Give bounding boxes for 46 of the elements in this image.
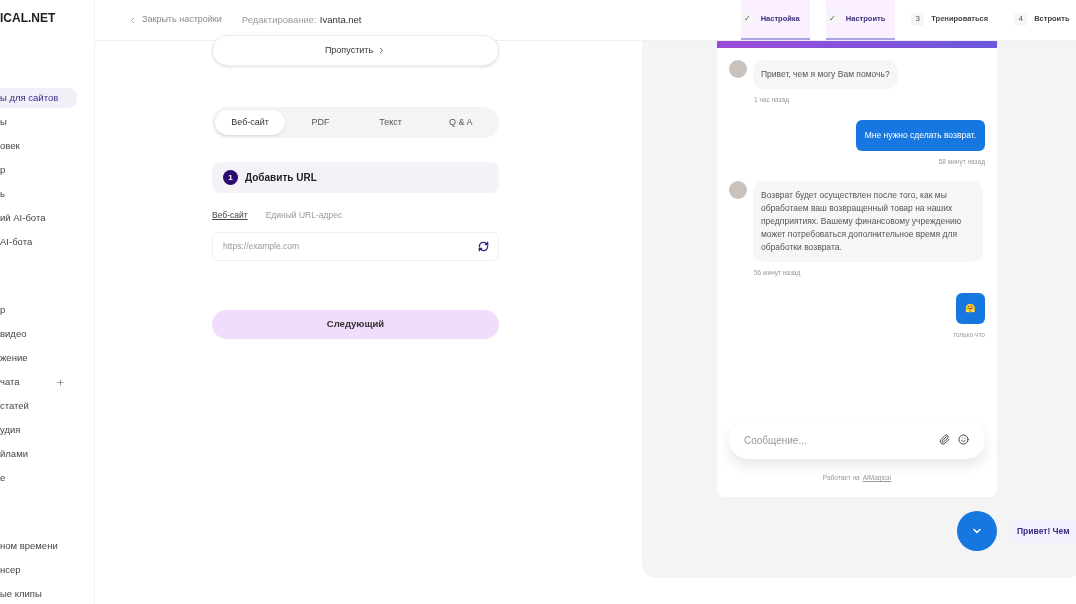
user-message: 🤗 <box>956 293 985 324</box>
toggle-chat-button[interactable] <box>957 511 997 551</box>
logo-text: ICAL.NET <box>0 10 57 27</box>
step-number: 1 <box>223 170 238 185</box>
bot-message: Возврат будет осуществлен после того, как мы обработаем ваш возвращенный товар на наших предприятиях. Вашему финансовому учреждению может потребоваться дополнительное время для обработки возврата. <box>753 181 983 263</box>
close-settings-button[interactable]: Закрыть настройки <box>128 13 222 27</box>
sidebar-item[interactable]: статей <box>0 396 37 416</box>
message-field[interactable]: Сообщение... <box>729 421 985 459</box>
bot-message: Привет, чем я могу Вам помочь? <box>753 60 898 89</box>
source-tab[interactable]: Q & A <box>425 110 496 135</box>
sidebar-item[interactable]: чата <box>0 372 28 392</box>
sidebar-item[interactable]: ий AI-бота <box>0 208 54 228</box>
step-title: Добавить URL <box>245 171 317 185</box>
sidebar-item[interactable]: AI-бота <box>0 232 41 252</box>
sidebar-item[interactable]: ном времени <box>0 536 66 556</box>
greeting-bubble[interactable]: Привет! Чем <box>1009 518 1076 544</box>
sidebar-item[interactable]: р <box>0 160 14 180</box>
editing-label: Редактирование: <box>241 12 317 27</box>
sidebar-item[interactable]: жение <box>0 348 36 368</box>
user-message: Мне нужно сделать возврат. <box>855 119 985 151</box>
avatar <box>729 60 747 78</box>
sidebar-item[interactable]: йлами <box>0 444 36 464</box>
chevron-left-icon <box>128 15 137 25</box>
source-tab[interactable]: PDF <box>285 110 356 135</box>
refresh-icon[interactable] <box>478 240 489 252</box>
sidebar-item[interactable]: ь <box>0 184 13 204</box>
next-button[interactable]: Следующий <box>212 309 499 339</box>
url-field[interactable]: https://example.com <box>212 231 499 261</box>
skip-button[interactable]: Пропустить <box>212 35 499 66</box>
site-name: Ivanta.net <box>319 12 362 27</box>
sidebar-item[interactable]: нсер <box>0 560 29 580</box>
sidebar-item[interactable]: овек <box>0 136 28 156</box>
avatar <box>729 181 747 200</box>
sidebar-item[interactable]: ые клипы <box>0 584 50 604</box>
sidebar-item[interactable]: р <box>0 300 14 320</box>
url-tab[interactable]: Веб-сайт <box>212 209 248 222</box>
source-tab[interactable]: Веб-сайт <box>215 110 286 135</box>
sidebar-item[interactable]: ы для сайтов <box>0 88 77 108</box>
sidebar-item[interactable]: ы <box>0 112 15 132</box>
sidebar-item[interactable]: видео <box>0 324 35 344</box>
sidebar-item[interactable]: удия <box>0 420 29 440</box>
source-tab[interactable]: Текст <box>355 110 426 135</box>
sidebar-item[interactable]: е <box>0 468 14 488</box>
emoji-icon[interactable] <box>958 434 969 445</box>
attach-icon[interactable] <box>939 434 950 445</box>
add-icon[interactable] <box>56 377 65 387</box>
